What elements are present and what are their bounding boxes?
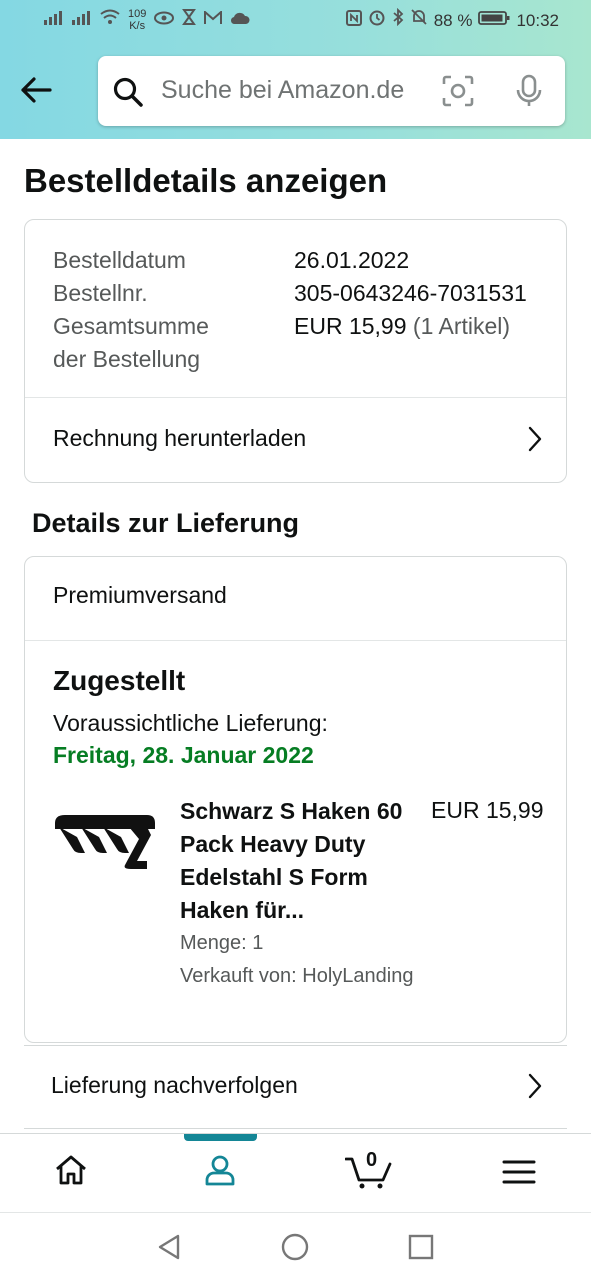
arrow-left-icon — [21, 77, 52, 103]
order-number-value: 305-0643246-7031531 — [294, 280, 527, 306]
menu-icon — [502, 1160, 536, 1184]
nav-home[interactable] — [53, 1152, 89, 1193]
shipping-type: Premiumversand — [53, 582, 227, 608]
mute-icon — [410, 8, 428, 33]
order-total-label-line2: der Bestellung — [53, 346, 201, 372]
order-date-label: Bestelldatum — [53, 247, 186, 273]
battery-icon — [478, 9, 510, 33]
back-triangle-icon[interactable] — [155, 1233, 183, 1266]
search-icon[interactable] — [112, 76, 144, 113]
product-price: EUR 15,99 — [431, 797, 544, 823]
recents-square-icon[interactable] — [407, 1233, 435, 1266]
nav-menu[interactable] — [502, 1158, 536, 1191]
product-seller: Verkauft von: HolyLanding — [180, 965, 414, 987]
home-icon — [56, 1155, 86, 1185]
microphone-icon[interactable] — [514, 74, 544, 113]
signal-icon — [44, 8, 64, 32]
hourglass-icon — [182, 8, 197, 32]
search-bar[interactable]: Suche bei Amazon.de — [98, 56, 565, 126]
track-delivery-row[interactable]: Lieferung nachverfolgen — [24, 1045, 567, 1129]
order-total-label-line1: Gesamtsumme — [53, 313, 209, 339]
cloud-icon — [230, 8, 250, 32]
page-title: Bestelldetails anzeigen — [24, 162, 388, 199]
eye-icon — [154, 8, 175, 32]
nfc-icon — [345, 9, 362, 33]
order-date-value: 26.01.2022 — [294, 247, 410, 273]
order-item-count: (1 Artikel) — [412, 313, 511, 339]
chevron-right-icon — [527, 425, 543, 458]
nav-account[interactable] — [202, 1152, 238, 1193]
order-summary-card: Bestelldatum 26.01.2022 Bestellnr. 305-0… — [24, 219, 567, 483]
expected-delivery-date: Freitag, 28. Januar 2022 — [53, 742, 314, 768]
status-bar: 109 K/s 88 % 10:32 — [0, 0, 591, 40]
search-input[interactable]: Suche bei Amazon.de — [161, 76, 404, 105]
back-button[interactable] — [18, 72, 58, 108]
product-image[interactable] — [51, 809, 159, 875]
cart-count-badge: 0 — [366, 1149, 378, 1171]
active-tab-indicator — [184, 1134, 257, 1141]
divider — [25, 397, 566, 398]
delivery-section-title: Details zur Lieferung — [32, 508, 300, 538]
track-delivery-label: Lieferung nachverfolgen — [51, 1072, 298, 1098]
clock: 10:32 — [516, 10, 559, 30]
system-navigation-bar — [0, 1212, 591, 1280]
expected-delivery-label: Voraussichtliche Lieferung: — [53, 710, 328, 736]
app-header: 109 K/s 88 % 10:32 Suche bei Amazon.de — [0, 0, 591, 139]
download-invoice-label: Rechnung herunterladen — [53, 425, 307, 451]
net-speed: 109 K/s — [128, 8, 147, 32]
home-circle-icon[interactable] — [281, 1233, 309, 1266]
gmail-icon — [204, 8, 223, 32]
divider — [25, 640, 566, 641]
nav-cart[interactable]: 0 — [344, 1149, 393, 1195]
bluetooth-icon — [392, 7, 404, 33]
camera-scan-icon[interactable] — [441, 74, 475, 113]
order-total-value: EUR 15,99 (1 Artikel) — [294, 313, 511, 339]
order-number-label: Bestellnr. — [53, 280, 148, 306]
order-total-row: Gesamtsumme der Bestellung EUR 15,99 (1 … — [53, 310, 510, 376]
order-number-row: Bestellnr. 305-0643246-7031531 — [53, 277, 527, 310]
battery-text: 88 % — [433, 10, 473, 30]
delivery-card: Premiumversand Zugestellt Voraussichtlic… — [24, 556, 567, 1043]
bottom-navigation: 0 — [0, 1133, 591, 1212]
signal-icon — [72, 8, 92, 32]
product-quantity: Menge: 1 — [180, 932, 264, 954]
delivery-status: Zugestellt — [53, 665, 186, 696]
account-icon — [205, 1155, 235, 1186]
alarm-icon — [368, 8, 386, 33]
order-date-row: Bestelldatum 26.01.2022 — [53, 244, 409, 277]
download-invoice-link[interactable]: Rechnung herunterladen — [53, 425, 543, 455]
wifi-icon — [100, 8, 120, 32]
chevron-right-icon — [527, 1072, 543, 1105]
product-title-link[interactable]: Schwarz S Haken 60 Pack Heavy Duty Edels… — [180, 795, 420, 927]
